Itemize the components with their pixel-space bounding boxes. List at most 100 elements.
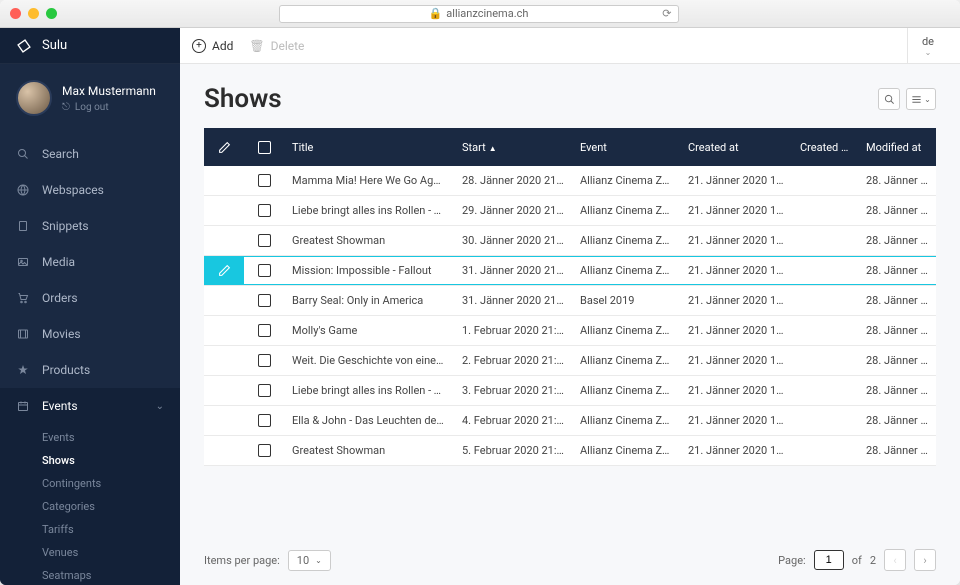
row-title: Liebe bringt alles ins Rollen - Tout le … [284,204,454,217]
nav-item-events[interactable]: Events ⌄ [0,388,180,424]
table-row[interactable]: Mission: Impossible - Fallout 31. Jänner… [204,256,936,286]
page-input[interactable] [814,550,844,570]
row-checkbox[interactable] [244,324,284,337]
row-checkbox[interactable] [244,354,284,367]
items-per-page-select[interactable]: 10 ⌄ [288,550,331,571]
logout-link[interactable]: ⎋ Log out [62,102,156,113]
table-row[interactable]: Barry Seal: Only in America 31. Jänner 2… [204,286,936,316]
row-modified-at: 28. Jänner 2020 15:43 [858,264,936,277]
subnav-item-categories[interactable]: Categories [0,495,180,518]
row-checkbox[interactable] [244,384,284,397]
table-row[interactable]: Greatest Showman 30. Jänner 2020 21:00 A… [204,226,936,256]
row-event: Allianz Cinema Zürich [572,264,680,277]
table-row[interactable]: Liebe bringt alles ins Rollen - Tout le … [204,196,936,226]
row-title: Molly's Game [284,324,454,337]
nav-item-media[interactable]: Media [0,244,180,280]
chevron-down-icon: ⌄ [156,401,164,412]
row-checkbox[interactable] [244,264,284,277]
row-edit[interactable] [204,256,244,285]
row-start: 3. Februar 2020 21:00 [454,384,572,397]
row-start: 4. Februar 2020 21:00 [454,414,572,427]
row-checkbox[interactable] [244,444,284,457]
delete-button: 🗑 Delete [249,39,304,53]
window-close-button[interactable] [10,8,21,19]
pager: Items per page: 10 ⌄ Page: of 2 ‹ › [180,535,960,585]
subnav-item-venues[interactable]: Venues [0,541,180,564]
col-created-at[interactable]: Created at [680,141,792,154]
next-page-button[interactable]: › [914,549,936,571]
subnav: EventsShowsContingentsCategoriesTariffsV… [0,424,180,585]
subnav-item-seatmaps[interactable]: Seatmaps [0,564,180,585]
row-created-at: 21. Jänner 2020 16:41 [680,264,792,277]
subnav-item-tariffs[interactable]: Tariffs [0,518,180,541]
plus-icon: + [192,39,206,53]
delete-label: Delete [271,39,305,53]
avatar[interactable] [16,80,52,116]
table-row[interactable]: Mamma Mia! Here We Go Again 28. Jänner 2… [204,166,936,196]
view-options-button[interactable]: ⌄ [906,88,936,110]
col-title[interactable]: Title [284,141,454,154]
table-row[interactable]: Molly's Game 1. Februar 2020 21:00 Allia… [204,316,936,346]
row-created-at: 21. Jänner 2020 16:42 [680,324,792,337]
add-button[interactable]: + Add [192,39,233,53]
row-checkbox[interactable] [244,414,284,427]
select-all[interactable] [244,141,284,154]
row-event: Allianz Cinema Zürich [572,354,680,367]
window-maximize-button[interactable] [46,8,57,19]
row-event: Allianz Cinema Zürich [572,414,680,427]
row-checkbox[interactable] [244,204,284,217]
brand[interactable]: Sulu [0,28,180,64]
col-created-by[interactable]: Created by [792,141,858,154]
window-minimize-button[interactable] [28,8,39,19]
nav-item-webspaces[interactable]: Webspaces [0,172,180,208]
nav-item-movies[interactable]: Movies [0,316,180,352]
row-title: Weit. Die Geschichte von einem Weg um [284,354,454,367]
row-start: 5. Februar 2020 21:00 [454,444,572,457]
address-bar[interactable]: 🔒 allianzcinema.ch ⟳ [279,5,679,23]
nav-label: Movies [42,327,81,341]
user-block: Max Mustermann ⎋ Log out [0,64,180,136]
chevron-down-icon: ⌄ [315,556,322,565]
nav-item-orders[interactable]: Orders [0,280,180,316]
row-title: Barry Seal: Only in America [284,294,454,307]
subnav-item-contingents[interactable]: Contingents [0,472,180,495]
subnav-item-shows[interactable]: Shows [0,449,180,472]
search-icon [884,94,895,105]
col-event[interactable]: Event [572,141,680,154]
calendar-icon [16,400,30,412]
list-icon [911,94,922,105]
nav-item-products[interactable]: Products [0,352,180,388]
language-selector[interactable]: de ⌄ [907,28,948,63]
row-modified-at: 28. Jänner 2020 15:45 [858,354,936,367]
row-checkbox[interactable] [244,294,284,307]
search-button[interactable] [878,88,900,110]
row-event: Allianz Cinema Zürich [572,174,680,187]
total-pages: 2 [870,554,876,567]
nav-item-snippets[interactable]: Snippets [0,208,180,244]
col-modified-at[interactable]: Modified at [858,141,936,154]
table-row[interactable]: Ella & John - Das Leuchten der Erinnerun… [204,406,936,436]
row-event: Allianz Cinema Zürich [572,444,680,457]
row-event: Basel 2019 [572,294,680,307]
table-row[interactable]: Liebe bringt alles ins Rollen - Tout le … [204,376,936,406]
row-created-at: 21. Jänner 2020 16:42 [680,354,792,367]
row-start: 30. Jänner 2020 21:00 [454,234,572,247]
table-row[interactable]: Weit. Die Geschichte von einem Weg um 2.… [204,346,936,376]
table-row[interactable]: Greatest Showman 5. Februar 2020 21:00 A… [204,436,936,466]
reload-icon[interactable]: ⟳ [662,7,671,20]
nav-label: Events [42,399,78,413]
nav-label: Search [42,147,79,161]
nav-label: Products [42,363,90,377]
table-header: Title Start▲ Event Created at Created by… [204,128,936,166]
film-icon [16,328,30,340]
subnav-item-events[interactable]: Events [0,426,180,449]
language-label: de [922,35,934,48]
row-checkbox[interactable] [244,234,284,247]
col-start[interactable]: Start▲ [454,141,572,154]
nav-label: Orders [42,291,78,305]
row-checkbox[interactable] [244,174,284,187]
row-created-at: 21. Jänner 2020 16:41 [680,174,792,187]
add-label: Add [212,39,233,53]
row-created-at: 21. Jänner 2020 16:42 [680,414,792,427]
nav-item-search[interactable]: Search [0,136,180,172]
